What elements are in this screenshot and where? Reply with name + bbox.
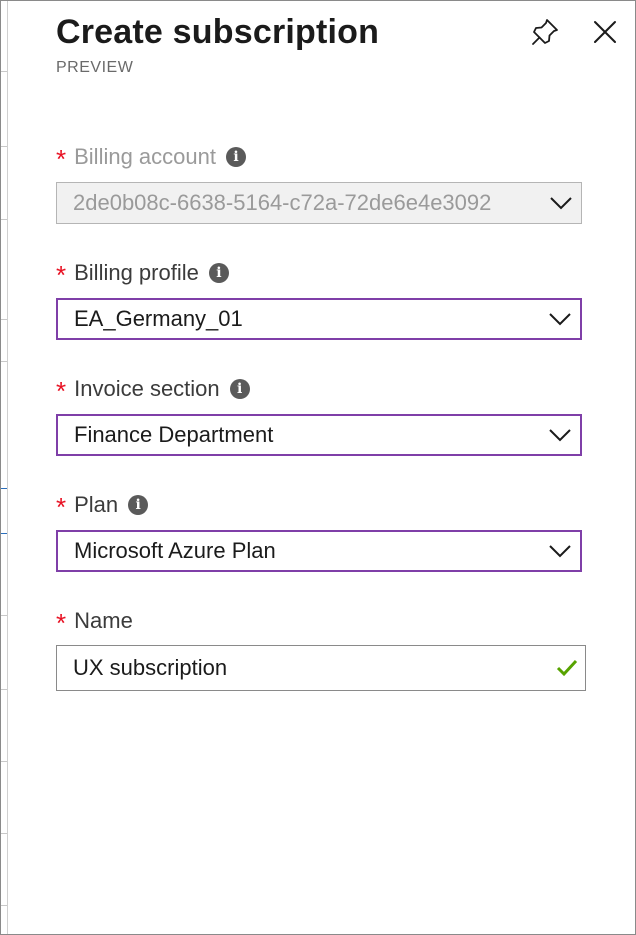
info-icon[interactable]: i (128, 495, 149, 515)
background-line (1, 219, 7, 220)
background-line (1, 319, 7, 320)
required-asterisk: * (56, 492, 67, 522)
required-asterisk: * (56, 144, 67, 174)
plan-dropdown[interactable]: Microsoft Azure Plan (56, 530, 582, 572)
billing-profile-label-text: Billing profile (74, 260, 199, 285)
plan-label-text: Plan (74, 492, 119, 517)
billing-account-label-text: Billing account (74, 144, 216, 169)
background-line (1, 905, 7, 906)
chevron-down-icon (540, 416, 580, 454)
info-icon[interactable]: i (226, 147, 246, 167)
billing-profile-value: EA_Germany_01 (74, 306, 243, 331)
background-line (1, 361, 7, 362)
chevron-down-icon (540, 532, 580, 570)
chevron-down-icon (541, 183, 581, 223)
billing-account-dropdown: 2de0b08c-6638-5164-c72a-72de6e4e3092 (56, 182, 582, 224)
background-edge (1, 1, 8, 934)
name-field[interactable] (56, 645, 586, 691)
background-line (1, 533, 7, 534)
name-input[interactable] (57, 654, 549, 682)
blade-panel: Create subscription PREVIEW * Billing ac… (0, 0, 636, 935)
invoice-section-label: * Invoice section i (56, 376, 250, 406)
required-asterisk: * (56, 376, 67, 406)
close-button[interactable] (589, 16, 621, 48)
background-line (1, 146, 7, 147)
name-label: * Name (56, 608, 133, 638)
invoice-section-value: Finance Department (74, 422, 274, 447)
pin-button[interactable] (529, 16, 561, 48)
name-label-text: Name (74, 608, 133, 633)
background-line (1, 761, 7, 762)
plan-value: Microsoft Azure Plan (74, 538, 276, 563)
background-line (1, 833, 7, 834)
info-icon[interactable]: i (208, 263, 229, 283)
required-asterisk: * (56, 608, 67, 638)
background-line (1, 615, 7, 616)
billing-account-value: 2de0b08c-6638-5164-c72a-72de6e4e3092 (73, 190, 492, 215)
chevron-down-icon (540, 300, 580, 338)
plan-label: * Plan i (56, 492, 149, 522)
preview-label: PREVIEW (56, 59, 134, 76)
checkmark-icon (549, 659, 585, 677)
background-line (1, 488, 7, 489)
close-icon (594, 21, 616, 43)
pin-icon (532, 19, 558, 45)
background-line (1, 71, 7, 72)
required-asterisk: * (56, 260, 67, 290)
invoice-section-label-text: Invoice section (74, 376, 220, 401)
billing-account-label: * Billing account i (56, 144, 246, 174)
billing-profile-dropdown[interactable]: EA_Germany_01 (56, 298, 582, 340)
billing-profile-label: * Billing profile i (56, 260, 229, 290)
background-line (1, 689, 7, 690)
invoice-section-dropdown[interactable]: Finance Department (56, 414, 582, 456)
info-icon[interactable]: i (229, 379, 250, 399)
page-title: Create subscription (56, 13, 380, 51)
